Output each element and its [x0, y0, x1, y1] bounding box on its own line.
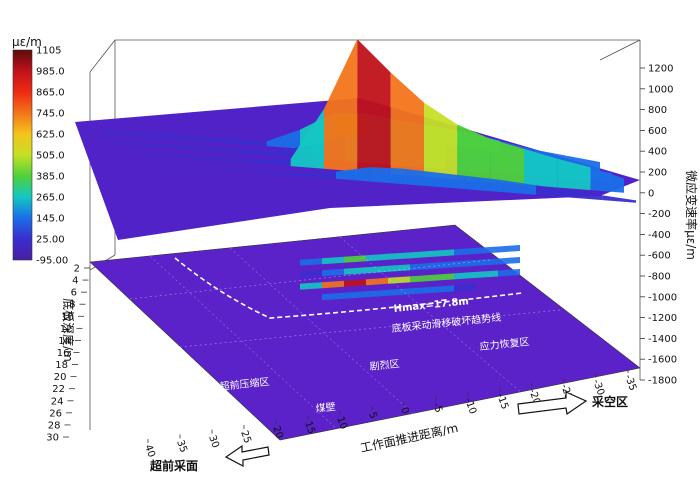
advance-face-label: 超前采面	[149, 458, 198, 473]
z-tick-label: 400	[648, 147, 667, 158]
z-tick-label: -1000	[648, 292, 677, 303]
x-tick-label: 25	[238, 429, 253, 445]
y-tick-label: 2	[74, 264, 80, 275]
surface-segment	[390, 72, 424, 177]
z-tick-label: -800	[648, 272, 671, 283]
legend-tick-label: 865.0	[36, 88, 65, 99]
legend-tick-label: 145.0	[36, 214, 65, 225]
surface-segment	[324, 39, 358, 172]
surface-segment	[424, 102, 458, 180]
z-tick-label: -400	[648, 230, 671, 241]
legend-bar	[12, 49, 33, 261]
x-tick-label: -35	[622, 373, 638, 392]
x-tick-label: 35	[174, 439, 189, 455]
y-tick-label: 26	[49, 408, 62, 419]
legend-tick-label: 985.0	[36, 67, 65, 78]
x-axis-label: 工作面推进距离/m	[359, 420, 460, 455]
legend-ticks: 1105 985.0 865.0 745.0 625.0 505.0 385.0 265.0 1…	[36, 46, 68, 267]
contour-band	[498, 257, 520, 265]
legend-tick-label: 505.0	[36, 151, 65, 162]
contour-band	[498, 245, 520, 253]
surface-segment	[457, 124, 491, 183]
y-tick-label: 30	[46, 433, 59, 444]
y-axis-label: 底板深度/m	[61, 298, 76, 362]
z-tick-label: -600	[648, 251, 671, 262]
x-tick-label: 30	[206, 434, 221, 450]
z-tick-label: -1600	[648, 355, 677, 366]
z-axis-ticks: 1200 1000 800 600 400 200 0 -200 -400 -600 -800 -10…	[640, 64, 677, 387]
z-tick-label: -1400	[648, 334, 677, 345]
advance-face-arrow	[224, 444, 270, 467]
z-tick-label: 0	[648, 188, 654, 199]
legend-tick-label: 1105	[36, 46, 61, 57]
goaf-label: 采空区	[591, 394, 628, 409]
z-tick-label: 800	[648, 105, 667, 116]
y-tick-label: 4	[72, 276, 78, 287]
chart-stage: με/m 1105 985.0 865.0 745.0 625.0 505.0 385.0 2…	[0, 0, 700, 476]
legend-tick-label: -95.00	[36, 256, 68, 267]
legend-tick-label: 625.0	[36, 130, 65, 141]
z-tick-label: -1800	[648, 376, 677, 387]
x-tick-label: -15	[494, 392, 510, 411]
x-tick-label: 40	[142, 443, 157, 459]
z-tick-label: 600	[648, 126, 667, 137]
y-tick-label: 20	[54, 372, 67, 383]
legend-tick-label: 25.00	[36, 235, 65, 246]
z-tick-label: -200	[648, 209, 671, 220]
z-axis-label: 微应变速率με/m	[684, 170, 699, 260]
surface-segment	[602, 195, 636, 203]
z-tick-label: 1000	[648, 84, 673, 95]
legend-tick-label: 265.0	[36, 193, 65, 204]
legend-tick-label: 745.0	[36, 109, 65, 120]
z-tick-label: 1200	[648, 64, 673, 75]
z-tick-label: -1200	[648, 313, 677, 324]
color-legend: με/m 1105985.0865.0745.0625.0505.0385.02…	[12, 35, 68, 267]
y-tick-label: 22	[52, 384, 65, 395]
legend-tick-label: 385.0	[36, 172, 65, 183]
y-tick-label: 24	[51, 396, 64, 407]
y-tick-label: 6	[71, 288, 77, 299]
surface-segment	[369, 167, 403, 185]
surface-segment	[357, 39, 391, 175]
surface-chart: με/m 1105985.0865.0745.0625.0505.0385.02…	[12, 35, 699, 473]
x-tick-label: -5	[430, 401, 444, 414]
z-tick-label: 200	[648, 168, 667, 179]
y-tick-label: 28	[48, 420, 61, 431]
